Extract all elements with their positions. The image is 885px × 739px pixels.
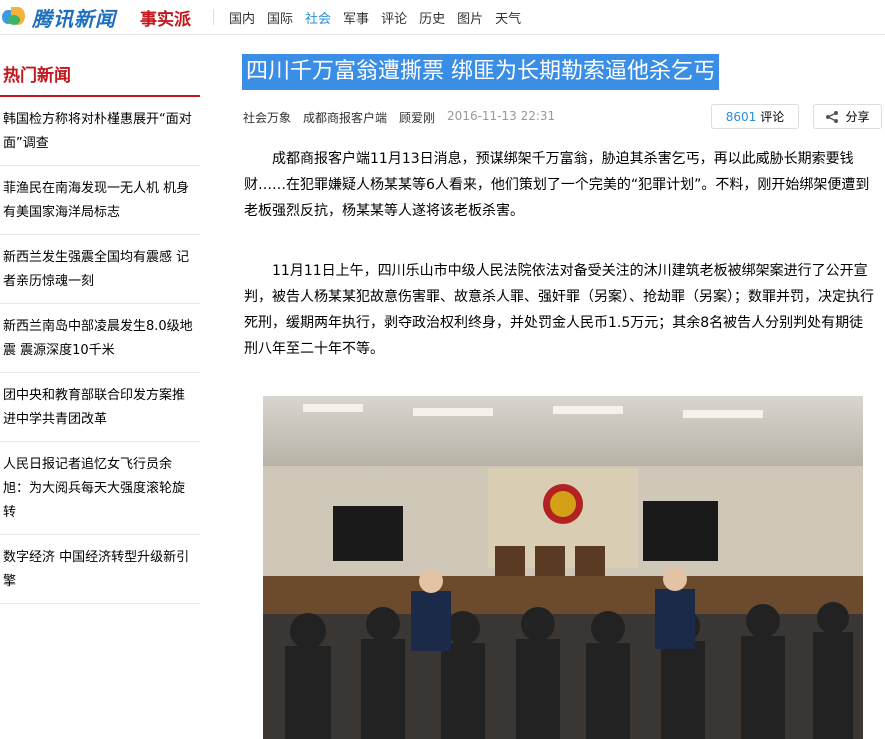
- hot-news-item[interactable]: 人民日报记者追忆女飞行员余旭：为大阅兵每天大强度滚轮旋转: [0, 442, 200, 535]
- comment-label: 评论: [760, 110, 785, 124]
- hot-news-list: 韩国检方称将对朴槿惠展开“面对面”调查 菲渔民在南海发现一无人机 机身有美国家海…: [0, 97, 200, 604]
- courtroom-illustration: [263, 396, 863, 739]
- logo[interactable]: 腾讯新闻: [2, 3, 116, 31]
- share-label: 分享: [845, 110, 870, 124]
- courtroom-photo: [263, 396, 863, 739]
- hot-news-item[interactable]: 新西兰发生强震全国均有震感 记者亲历惊魂一刻: [0, 235, 200, 304]
- share-button[interactable]: 分享: [813, 104, 882, 129]
- channel-nav: 国内 国际 社会 军事 评论 历史 图片 天气: [229, 8, 533, 27]
- author-name: 顾爱刚: [399, 111, 436, 125]
- hot-news-item[interactable]: 菲渔民在南海发现一无人机 机身有美国家海洋局标志: [0, 166, 200, 235]
- sub-logo[interactable]: 事实派: [140, 5, 191, 30]
- comment-count: 8601: [725, 109, 757, 124]
- source-link[interactable]: 成都商报客户端: [303, 109, 387, 126]
- hot-news-item[interactable]: 韩国检方称将对朴槿惠展开“面对面”调查: [0, 97, 200, 166]
- nav-item-pinglun[interactable]: 评论: [381, 8, 407, 27]
- article-paragraph: 成都商报客户端11月13日消息，预谋绑架千万富翁，胁迫其杀害乞丐，再以此威胁长期…: [244, 151, 870, 219]
- nav-item-guoji[interactable]: 国际: [267, 8, 293, 27]
- hot-news-item[interactable]: 新西兰南岛中部凌晨发生8.0级地震 震源深度10千米: [0, 304, 200, 373]
- channel-link[interactable]: 社会万象: [243, 109, 291, 126]
- tencent-logo-icon: [2, 5, 28, 29]
- hot-news-item[interactable]: 数字经济 中国经济转型升级新引擎: [0, 535, 200, 604]
- nav-item-shehui[interactable]: 社会: [305, 8, 331, 27]
- nav-item-tupian[interactable]: 图片: [457, 8, 483, 27]
- nav-item-guonei[interactable]: 国内: [229, 8, 255, 27]
- article-headline[interactable]: 四川千万富翁遭撕票 绑匪为长期勒索逼他杀乞丐: [242, 54, 719, 90]
- top-bar: 腾讯新闻 事实派 国内 国际 社会 军事 评论 历史 图片 天气: [0, 0, 885, 35]
- article-meta: 社会万象 成都商报客户端 顾爱刚 2016-11-13 22:31: [243, 109, 555, 126]
- nav-divider: [213, 9, 214, 25]
- article-paragraph: 11月11日上午，四川乐山市中级人民法院依法对备受关注的沐川建筑老板被绑架案进行…: [244, 263, 874, 357]
- hot-news-item[interactable]: 团中央和教育部联合印发方案推进中学共青团改革: [0, 373, 200, 442]
- nav-item-lishi[interactable]: 历史: [419, 8, 445, 27]
- nav-item-junshi[interactable]: 军事: [343, 8, 369, 27]
- sidebar-title: 热门新闻: [3, 66, 71, 86]
- publish-date: 2016-11-13 22:31: [447, 109, 556, 123]
- comment-button[interactable]: 8601 评论: [711, 104, 799, 129]
- share-icon: [826, 110, 839, 123]
- nav-item-tianqi[interactable]: 天气: [495, 8, 521, 27]
- logo-text: 腾讯新闻: [32, 6, 116, 31]
